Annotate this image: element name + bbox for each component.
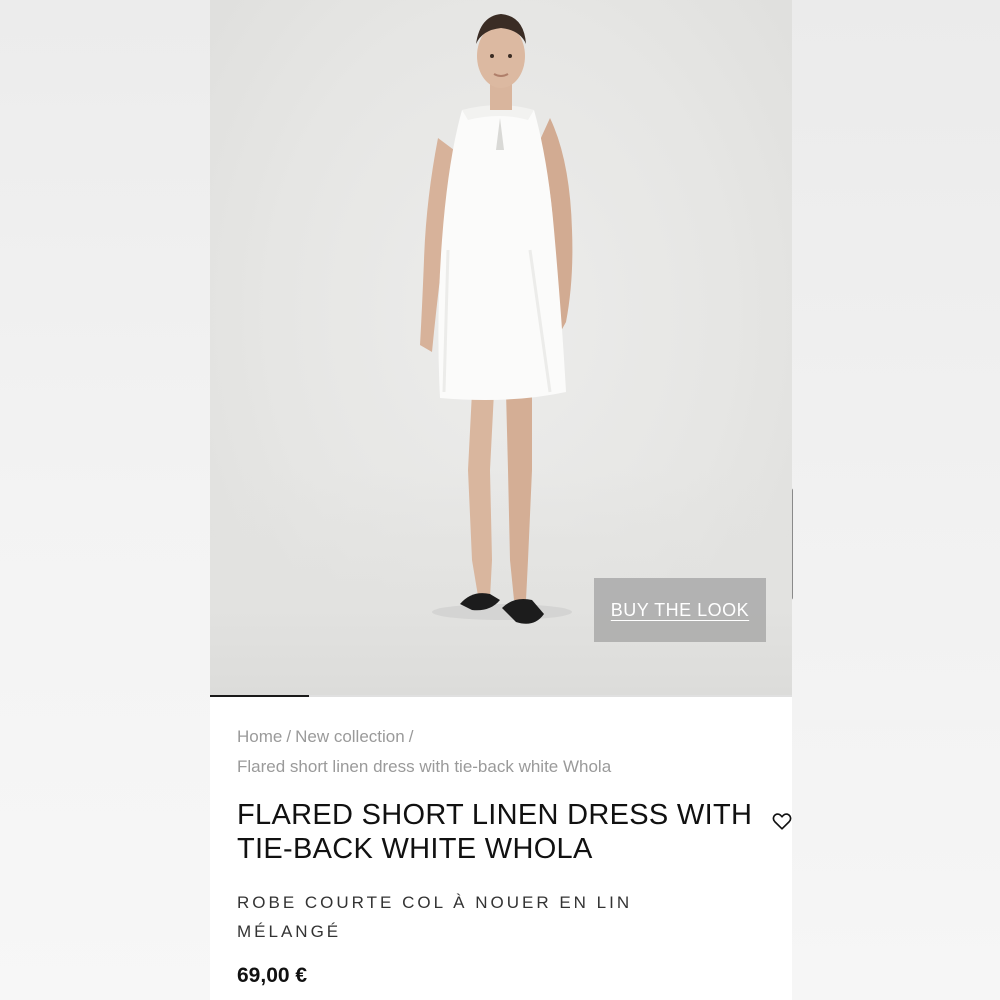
product-image[interactable]: BUY THE LOOK [210,0,792,697]
breadcrumb-separator: / [286,727,292,746]
product-subtitle: ROBE COURTE COL À NOUER EN LIN MÉLANGÉ [237,893,633,941]
gallery-progress-fill [210,695,309,697]
breadcrumb-separator: / [408,727,414,746]
breadcrumb-home-link[interactable]: Home [237,727,282,746]
product-price: 69,00 € [237,964,308,987]
breadcrumb: Home / New collection / Flared short linen … [237,722,737,782]
buy-the-look-button[interactable]: BUY THE LOOK [594,578,766,642]
background-left [0,0,210,1000]
gallery-progress-bar [210,695,792,697]
product-title: FLARED SHORT LINEN DRESS WITH TIE-BACK W… [237,799,753,865]
heart-outline-icon[interactable] [771,810,792,832]
product-page: BUY THE LOOK Home / New collection / Flared… [210,0,792,1000]
breadcrumb-new-collection-link[interactable]: New collection [295,727,405,746]
background-right [792,0,1000,1000]
breadcrumb-current: Flared short linen dress with tie-back w… [237,757,612,776]
